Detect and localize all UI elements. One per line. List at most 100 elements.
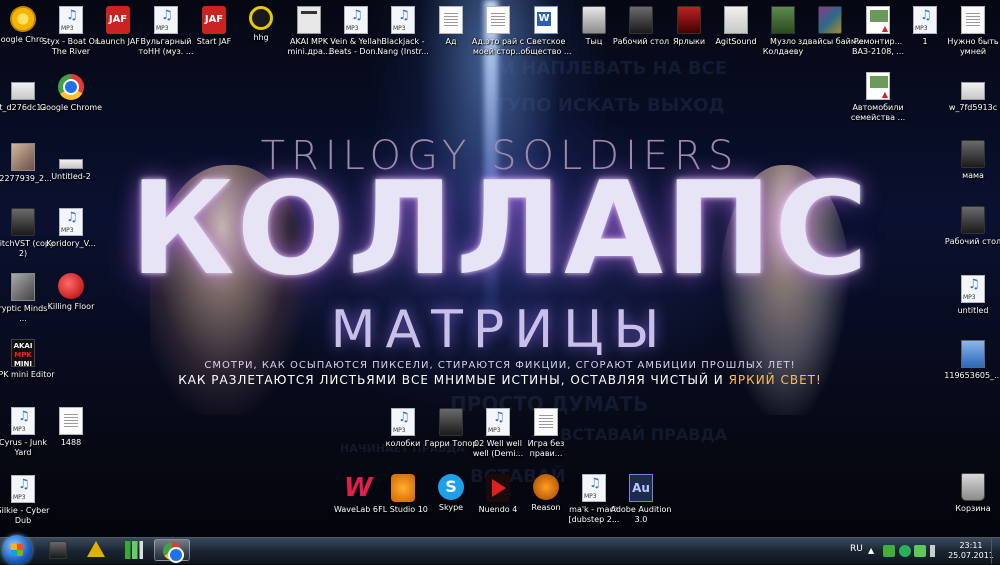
desktop-icon-mpk-mini-editor[interactable]: AKAIMPKMINI MPK mini Editor: [0, 339, 56, 380]
desktop-icon-label: 1488: [60, 438, 82, 447]
desktop-icon-avtomobili-semeystva[interactable]: Автомобили семейства ...: [845, 72, 911, 123]
tray-app-icon[interactable]: [914, 545, 926, 557]
desktop-icon-label: Untitled-2: [51, 172, 91, 181]
desktop-icon-label: 119653605_...: [944, 371, 1000, 380]
clock-date: 25.07.2011: [948, 551, 994, 560]
word-file-icon: [534, 6, 558, 34]
photo-file-icon: [11, 273, 35, 301]
wallpaper-title: КОЛЛАПС: [129, 155, 871, 304]
desktop-icon-w-7fd5913c[interactable]: w_7fd5913c: [940, 76, 1000, 113]
wallpaper-bg-phrase: ТУПО ИСКАТЬ ВЫХОД: [495, 95, 725, 116]
pdf-file-icon: [866, 6, 890, 34]
winamp-icon: [87, 541, 105, 557]
akai-glyph-mid: MPK: [14, 351, 32, 359]
photo-file-icon: [961, 340, 985, 368]
taskbar-chrome-button[interactable]: [154, 539, 190, 561]
desktop-icon-label: Adobe Audition 3.0: [610, 505, 672, 524]
dark-folder-icon: [11, 208, 35, 236]
clock-time: 23:11: [959, 541, 983, 550]
desktop-icon-label: Нужно быть умней: [947, 37, 999, 56]
wallpaper-tagline-2-highlight: ЯРКИЙ СВЕТ!: [728, 373, 822, 387]
wallpaper-tagline-1: СМОТРИ, КАК ОСЫПАЮТСЯ ПИКСЕЛИ, СТИРАЮТСЯ…: [204, 360, 796, 371]
wallpaper-tagline-2: КАК РАЗЛЕТАЮТСЯ ЛИСТЬЯМИ ВСЕ МНИМЫЕ ИСТИ…: [0, 373, 1000, 387]
desktop-icon-recycle-bin[interactable]: Корзина: [940, 473, 1000, 514]
mp3-file-icon: [391, 408, 415, 436]
desktop-icon-untitled-2[interactable]: Untitled-2: [38, 143, 104, 182]
jaf-app-icon: JAF: [202, 6, 226, 34]
text-file-icon: [59, 407, 83, 435]
image-file-icon: [59, 159, 83, 169]
image-file-icon: [961, 82, 985, 100]
taskbar-network-button[interactable]: [116, 539, 152, 561]
game-icon: [58, 273, 84, 299]
program-icon: [249, 6, 273, 30]
recycle-bin-icon: [961, 473, 985, 501]
volume-icon[interactable]: [930, 545, 942, 557]
desktop-icon-label: Автомобили семейства ...: [850, 103, 906, 122]
folder-icon: [582, 6, 606, 34]
wallpaper-bg-phrase: ВСТАВАЙ ПРАВДА: [560, 425, 728, 444]
desktop-icon-label: мама: [962, 171, 984, 180]
desktop-icon-mama[interactable]: мама: [940, 140, 1000, 181]
clock[interactable]: 23:11 25.07.2011: [948, 541, 994, 561]
network-icon: [125, 541, 143, 559]
taskbar-explorer-button[interactable]: [40, 539, 76, 561]
desktop-icon-119653605[interactable]: 119653605_...: [940, 340, 1000, 381]
start-button[interactable]: [2, 535, 32, 565]
clip-file-icon: [297, 6, 321, 34]
skype-icon: S: [438, 474, 464, 500]
tray-network-icon[interactable]: [883, 545, 895, 557]
folder-icon: [629, 6, 653, 34]
music-folder-icon: [771, 6, 795, 34]
chrome-yellow-icon: [10, 6, 36, 32]
desktop-icon-label: w_7fd5913c: [948, 103, 998, 112]
desktop-icon-label: Silkie - Cyber Dub: [0, 506, 50, 525]
akai-glyph-bottom: MINI: [13, 360, 33, 368]
mp3-file-icon: [961, 275, 985, 303]
desktop-icon-label: Koridory_V...: [46, 239, 96, 248]
tray-arrow-icon[interactable]: ▲: [868, 545, 880, 557]
mp3-file-icon: [154, 6, 178, 34]
mp3-file-icon: [11, 475, 35, 503]
desktop-icon-rabochiy-stol-2[interactable]: Рабочий стол: [940, 206, 1000, 247]
desktop-icon-killing-floor[interactable]: Killing Floor: [38, 273, 104, 312]
mp3-file-icon: [913, 6, 937, 34]
desktop-icon-1488[interactable]: 1488: [38, 407, 104, 448]
desktop-icon-label: untitled: [957, 306, 989, 315]
text-file-icon: [486, 6, 510, 34]
dark-folder-icon: [961, 140, 985, 168]
mp3-file-icon: [344, 6, 368, 34]
desktop-icon-google-chrome[interactable]: Google Chrome: [38, 74, 104, 113]
desktop-icon-silkie-cyber-dub[interactable]: Silkie - Cyber Dub: [0, 475, 56, 526]
wallpaper-tagline-2-text: КАК РАЗЛЕТАЮТСЯ ЛИСТЬЯМИ ВСЕ МНИМЫЕ ИСТИ…: [178, 373, 729, 387]
desktop-icon-label: Рабочий стол: [944, 237, 1000, 246]
desktop-icon-label: MPK mini Editor: [0, 370, 55, 379]
desktop-icon-igra-bez-pravil[interactable]: Игра без прави...: [513, 408, 579, 459]
desktop-icon-nuzhno-byt-umney[interactable]: Нужно быть умней: [940, 6, 1000, 57]
folder-icon: [49, 541, 67, 559]
desktop-icon-label: Killing Floor: [47, 302, 95, 311]
tray-sync-icon[interactable]: [899, 545, 911, 557]
taskbar-winamp-button[interactable]: [78, 539, 114, 561]
wavelab-icon: W: [344, 473, 373, 503]
image-file-icon: [11, 82, 35, 100]
desktop-icon-adobe-audition[interactable]: Au Adobe Audition 3.0: [608, 474, 674, 525]
akai-glyph-top: AKAI: [13, 342, 33, 350]
language-indicator[interactable]: RU: [850, 544, 863, 554]
desktop-icon-koridory[interactable]: Koridory_V...: [38, 208, 104, 249]
text-file-icon: [439, 6, 463, 34]
mp3-file-icon: [11, 407, 35, 435]
desktop-icon-label: Игра без прави...: [527, 439, 565, 458]
desktop-icon-label: Google Chrome: [39, 103, 103, 112]
image-file-icon: [724, 6, 748, 34]
chrome-icon: [163, 542, 182, 561]
desktop[interactable]: И НАПЛЕВАТЬ НА ВСЕ ТУПО ИСКАТЬ ВЫХОД ПРО…: [0, 0, 1000, 537]
photo-file-icon: [11, 143, 35, 171]
text-file-icon: [534, 408, 558, 436]
shortcuts-folder-icon: [677, 6, 701, 34]
nuendo-icon: [486, 474, 510, 502]
show-desktop-button[interactable]: [991, 538, 1000, 564]
fl-studio-icon: [391, 474, 415, 502]
desktop-icon-untitled[interactable]: untitled: [940, 275, 1000, 316]
mp3-file-icon: [582, 474, 606, 502]
